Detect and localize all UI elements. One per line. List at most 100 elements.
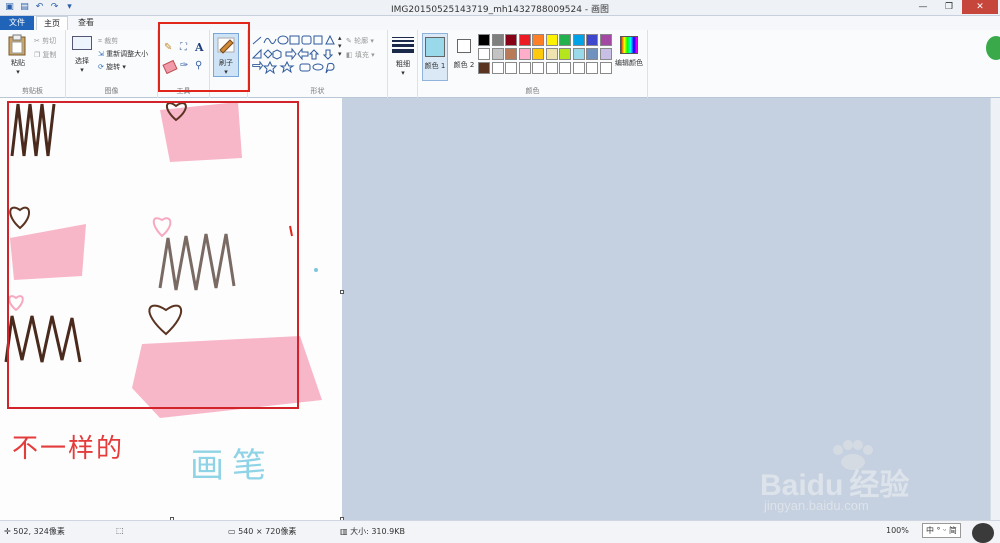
palette-swatch[interactable] (559, 34, 571, 46)
resize-button[interactable]: ⇲ 重新调整大小 (98, 49, 148, 59)
palette-swatch[interactable] (491, 48, 504, 60)
copy-icon: ❐ (34, 51, 41, 59)
baidu-url: jingyan.baidu.com (764, 498, 869, 513)
handwriting-red-text: 不一样的 (12, 434, 125, 464)
palette-swatch[interactable] (572, 48, 585, 60)
drawing-canvas[interactable]: 不一样的 画笔 (0, 98, 342, 520)
palette-swatch[interactable] (599, 34, 612, 46)
fill-button[interactable]: ◧ 填充 ▾ (346, 50, 375, 60)
palette-swatch[interactable] (559, 48, 571, 60)
shapes-gallery[interactable] (250, 34, 340, 76)
paste-button[interactable]: 粘贴 ▾ (6, 34, 30, 76)
palette-swatch[interactable] (478, 62, 490, 74)
image-group-label: 图像 (104, 87, 119, 95)
palette-swatch[interactable] (518, 48, 531, 60)
palette-swatch[interactable] (518, 34, 531, 46)
paste-label: 粘贴 (11, 59, 25, 67)
select-button[interactable]: 选择 ▾ (70, 36, 94, 80)
cut-button[interactable]: ✂ 剪切 (34, 36, 56, 46)
palette-swatch[interactable] (532, 48, 544, 60)
palette-swatch[interactable] (545, 62, 558, 74)
cursor-icon: ✛ (4, 527, 11, 536)
edit-colors-button[interactable]: 编辑颜色 (612, 34, 646, 82)
color2-label: 颜色 2 (453, 61, 475, 69)
window-title: IMG20150525143719_mh1432788009524 - 画图 (391, 5, 609, 15)
zoom-level: 100% (886, 526, 909, 535)
thicker-line-icon (392, 49, 414, 53)
edit-colors-icon (620, 36, 638, 54)
selection-size-icon: ⬚ (116, 526, 124, 535)
outline-icon: ✎ (346, 37, 352, 45)
minimize-button[interactable]: — (910, 0, 936, 14)
shapes-scroll-icon[interactable]: ▴ ▾ ▾ (338, 34, 342, 58)
palette-swatch[interactable] (559, 62, 571, 74)
thick-line-icon (392, 44, 414, 47)
size-group: 粗细 ▾ (388, 30, 418, 98)
canvas-resize-handle-right[interactable] (340, 290, 344, 294)
baidu-watermark: Baidu 经验 jingyan.baidu.com (740, 440, 980, 520)
tab-home[interactable]: 主页 (36, 16, 68, 30)
shapes-group-label: 形状 (310, 87, 325, 95)
resize-icon: ⇲ (98, 50, 104, 58)
palette-swatch[interactable] (491, 62, 504, 74)
copy-button[interactable]: ❐ 复制 (34, 50, 57, 60)
select-label: 选择 (75, 57, 89, 65)
fill-icon: ◧ (346, 51, 353, 59)
color2-swatch (457, 39, 471, 53)
palette-swatch[interactable] (478, 48, 490, 60)
palette-swatch[interactable] (505, 48, 517, 60)
status-bar: ✛ 502, 324像素 ⬚ ▭ 540 × 720像素 ▥ 大小: 310.9… (0, 520, 1000, 543)
crop-icon: ⌗ (98, 37, 102, 45)
color1-button[interactable]: 颜色 1 (422, 33, 448, 81)
palette-swatch[interactable] (505, 34, 517, 46)
palette-swatch[interactable] (586, 48, 598, 60)
palette-swatch[interactable] (545, 34, 558, 46)
palette-swatch[interactable] (532, 62, 544, 74)
cursor-position: ✛ 502, 324像素 (4, 527, 65, 536)
color1-swatch (425, 37, 445, 57)
palette-swatch[interactable] (572, 62, 585, 74)
close-button[interactable]: ✕ (962, 0, 998, 14)
palette-swatch[interactable] (586, 62, 598, 74)
color-palette (478, 34, 618, 80)
palette-swatch[interactable] (545, 48, 558, 60)
palette-swatch[interactable] (478, 34, 490, 46)
palette-swatch[interactable] (572, 34, 585, 46)
palette-swatch[interactable] (532, 34, 544, 46)
shapes-group: ▴ ▾ ▾ ✎ 轮廓 ▾ ◧ 填充 ▾ 形状 (248, 30, 388, 98)
tab-view[interactable]: 查看 (70, 16, 102, 30)
handwriting-blue-text: 画笔 (190, 446, 274, 486)
palette-swatch[interactable] (599, 62, 612, 74)
color1-label: 颜色 1 (424, 62, 446, 70)
colors-group-label: 颜色 (525, 87, 540, 95)
paste-icon (8, 34, 26, 56)
tab-file[interactable]: 文件 (0, 16, 34, 30)
image-dimensions: ▭ 540 × 720像素 (228, 527, 297, 536)
ime-indicator[interactable]: 中 ° ᵕ 简 (922, 523, 961, 538)
paste-dropdown-icon[interactable]: ▾ (6, 68, 30, 76)
palette-swatch[interactable] (505, 62, 517, 74)
thin-line-icon (392, 37, 414, 38)
file-size: ▥ 大小: 310.9KB (340, 527, 405, 536)
select-dropdown-icon[interactable]: ▾ (70, 66, 94, 74)
vertical-scrollbar[interactable] (990, 98, 1000, 520)
avatar-assistant-icon (972, 523, 994, 543)
color2-button[interactable]: 颜色 2 (451, 33, 477, 81)
palette-swatch[interactable] (491, 34, 504, 46)
palette-swatch[interactable] (586, 34, 598, 46)
crop-button[interactable]: ⌗ 裁剪 (98, 36, 118, 46)
image-group: 选择 ▾ ⌗ 裁剪 ⇲ 重新调整大小 ⟳ 旋转 ▾ 图像 (66, 30, 158, 98)
clipboard-group: 粘贴 ▾ ✂ 剪切 ❐ 复制 剪贴板 (0, 30, 66, 98)
size-button[interactable]: 粗细 ▾ (392, 34, 414, 78)
outline-button[interactable]: ✎ 轮廓 ▾ (346, 36, 374, 46)
scissors-icon: ✂ (34, 37, 40, 45)
annotation-highlight-box (158, 22, 250, 92)
palette-swatch[interactable] (599, 48, 612, 60)
maximize-button[interactable]: ❐ (936, 0, 962, 14)
avatar-icon[interactable] (986, 36, 1000, 60)
title-bar: ▣ ▤ ↶ ↷ ▾ IMG20150525143719_mh1432788009… (0, 0, 1000, 16)
ribbon: 粘贴 ▾ ✂ 剪切 ❐ 复制 剪贴板 选择 ▾ ⌗ 裁剪 ⇲ 重新调整大小 ⟳ … (0, 30, 1000, 98)
clipboard-group-label: 剪贴板 (22, 87, 43, 95)
rotate-button[interactable]: ⟳ 旋转 ▾ (98, 62, 126, 72)
palette-swatch[interactable] (518, 62, 531, 74)
